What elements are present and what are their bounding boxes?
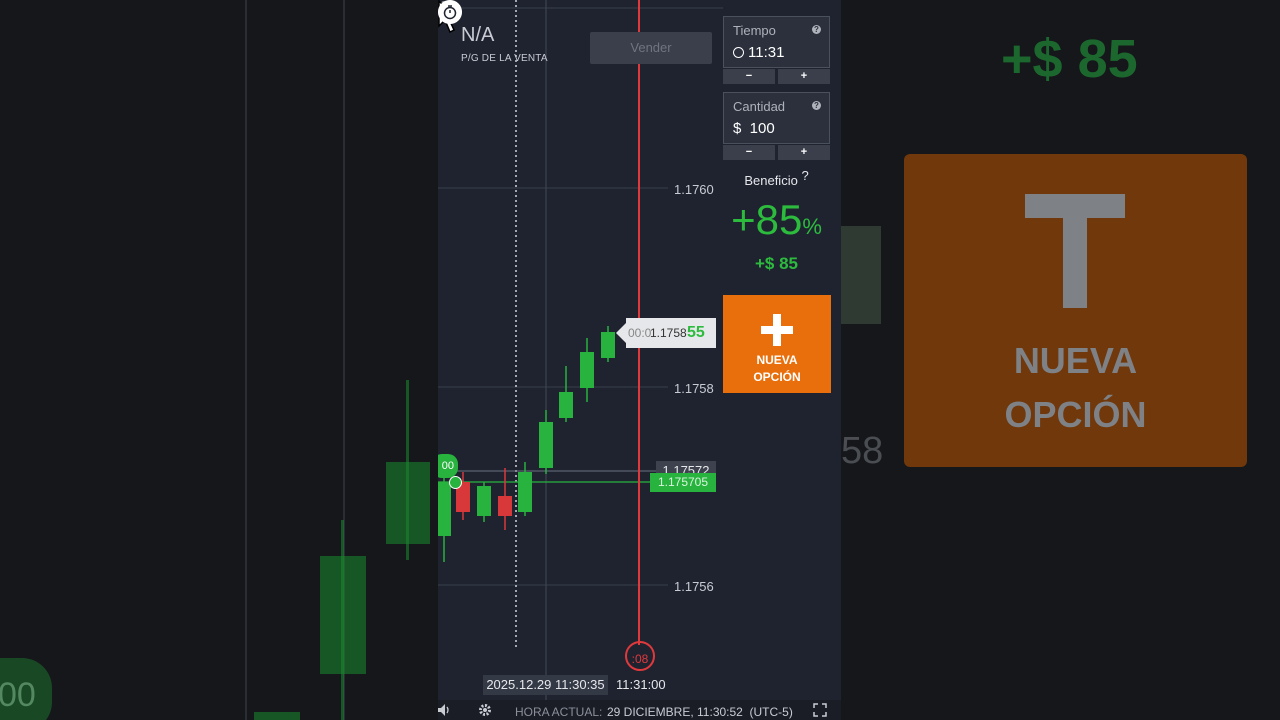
entry-marker-icon bbox=[449, 476, 462, 489]
amount-value[interactable]: $ 100 bbox=[733, 120, 775, 137]
amount-label: Cantidad bbox=[733, 99, 786, 114]
amount-plus-button[interactable]: + bbox=[778, 145, 830, 160]
clock-icon bbox=[733, 47, 744, 58]
candle-timer: 00:0 bbox=[628, 326, 652, 340]
benefit-percent: +85% bbox=[723, 196, 830, 244]
payout-value: 55 bbox=[687, 324, 705, 341]
amount-field[interactable]: Cantidad ? $ 100 bbox=[723, 92, 830, 144]
price-axis-label: 1.1760 bbox=[674, 182, 714, 197]
order-panel: Tiempo ? 11:31 − + Cantidad ? $ 100 − + … bbox=[723, 0, 841, 700]
bg-text: 58 bbox=[841, 430, 884, 472]
bg-candle bbox=[386, 462, 430, 544]
current-price-tag: 00:0 1.1758 55 bbox=[616, 318, 716, 348]
time-minus-button[interactable]: − bbox=[723, 69, 775, 84]
bg-profit: +$ 85 bbox=[1001, 29, 1138, 89]
cursor-time: 2025.12.29 11:30:35 bbox=[483, 675, 608, 695]
bg-candle bbox=[254, 712, 300, 720]
candle-body bbox=[559, 392, 573, 418]
bg-new-option-label: NUEVA OPCIÓN bbox=[1004, 340, 1147, 435]
bg-grid-line bbox=[245, 0, 247, 720]
benefit-label: Beneficio bbox=[744, 173, 798, 188]
current-time-value: 29 DICIEMBRE, 11:30:52 (UTC-5) bbox=[607, 705, 793, 719]
entry-price-tag: 1.175705 bbox=[650, 473, 716, 492]
time-value: 11:31 bbox=[748, 44, 785, 61]
benefit-amount: +$ 85 bbox=[754, 254, 798, 273]
status-bar: HORA ACTUAL: 29 DICIEMBRE, 11:30:52 (UTC… bbox=[438, 700, 841, 720]
amount-minus-button[interactable]: − bbox=[723, 145, 775, 160]
price-chart[interactable]: N/A P/G DE LA VENTA Vender 1.1760 1.1758… bbox=[438, 0, 723, 700]
price-tag-arrow bbox=[616, 323, 626, 343]
candle-body bbox=[477, 486, 491, 516]
plus-icon bbox=[773, 314, 781, 346]
time-stepper: − + bbox=[723, 69, 830, 84]
help-icon[interactable]: ? bbox=[801, 168, 808, 183]
current-time-label: HORA ACTUAL: bbox=[515, 705, 603, 719]
help-icon[interactable]: ? bbox=[812, 101, 821, 110]
bg-plus-icon bbox=[1063, 208, 1087, 308]
stopwatch-icon[interactable] bbox=[438, 0, 462, 24]
fullscreen-icon[interactable] bbox=[813, 703, 827, 717]
chart-canvas bbox=[438, 0, 723, 700]
background-right: +$ 85 58 NUEVA OPCIÓN bbox=[841, 0, 1280, 720]
bg-new-option: NUEVA OPCIÓN bbox=[904, 154, 1247, 467]
candle-body bbox=[518, 472, 532, 512]
sell-button[interactable]: Vender bbox=[590, 32, 712, 64]
current-price: 1.1758 bbox=[650, 326, 687, 340]
trade-bubble[interactable]: 00 bbox=[438, 454, 458, 478]
price-axis-label: 1.1758 bbox=[674, 381, 714, 396]
amount-stepper: − + bbox=[723, 145, 830, 160]
time-field[interactable]: Tiempo ? 11:31 bbox=[723, 16, 830, 68]
benefit-percent-number: +85 bbox=[731, 196, 803, 243]
expiry-time: 11:31:00 bbox=[616, 677, 666, 692]
benefit-label-wrap: Beneficio ? bbox=[723, 168, 830, 188]
price-axis-label: 1.1756 bbox=[674, 579, 714, 594]
benefit-percent-symbol: % bbox=[802, 214, 822, 239]
time-value-wrap: 11:31 bbox=[733, 44, 784, 61]
speaker-icon[interactable] bbox=[438, 704, 452, 716]
new-option-label: NUEVA OPCIÓN bbox=[753, 353, 801, 384]
time-plus-button[interactable]: + bbox=[778, 69, 830, 84]
bg-bubble: 00 bbox=[0, 658, 52, 720]
candles bbox=[438, 326, 615, 562]
pl-value: N/A bbox=[461, 24, 495, 46]
bg-candle bbox=[320, 556, 366, 674]
trading-screen: N/A P/G DE LA VENTA Vender 1.1760 1.1758… bbox=[438, 0, 841, 720]
candle-body bbox=[539, 422, 553, 468]
bg-box bbox=[841, 226, 881, 324]
candle-body bbox=[498, 496, 512, 516]
candle-body bbox=[580, 352, 594, 388]
time-label: Tiempo bbox=[733, 23, 776, 38]
candle-body bbox=[601, 332, 615, 358]
gear-icon[interactable] bbox=[478, 703, 492, 717]
help-icon[interactable]: ? bbox=[812, 25, 821, 34]
pl-label: P/G DE LA VENTA bbox=[461, 53, 548, 64]
expiry-countdown: :08 bbox=[625, 641, 655, 671]
background-left: 00 bbox=[0, 0, 438, 720]
new-option-button[interactable]: NUEVA OPCIÓN bbox=[723, 295, 831, 393]
candle-body bbox=[438, 482, 451, 536]
